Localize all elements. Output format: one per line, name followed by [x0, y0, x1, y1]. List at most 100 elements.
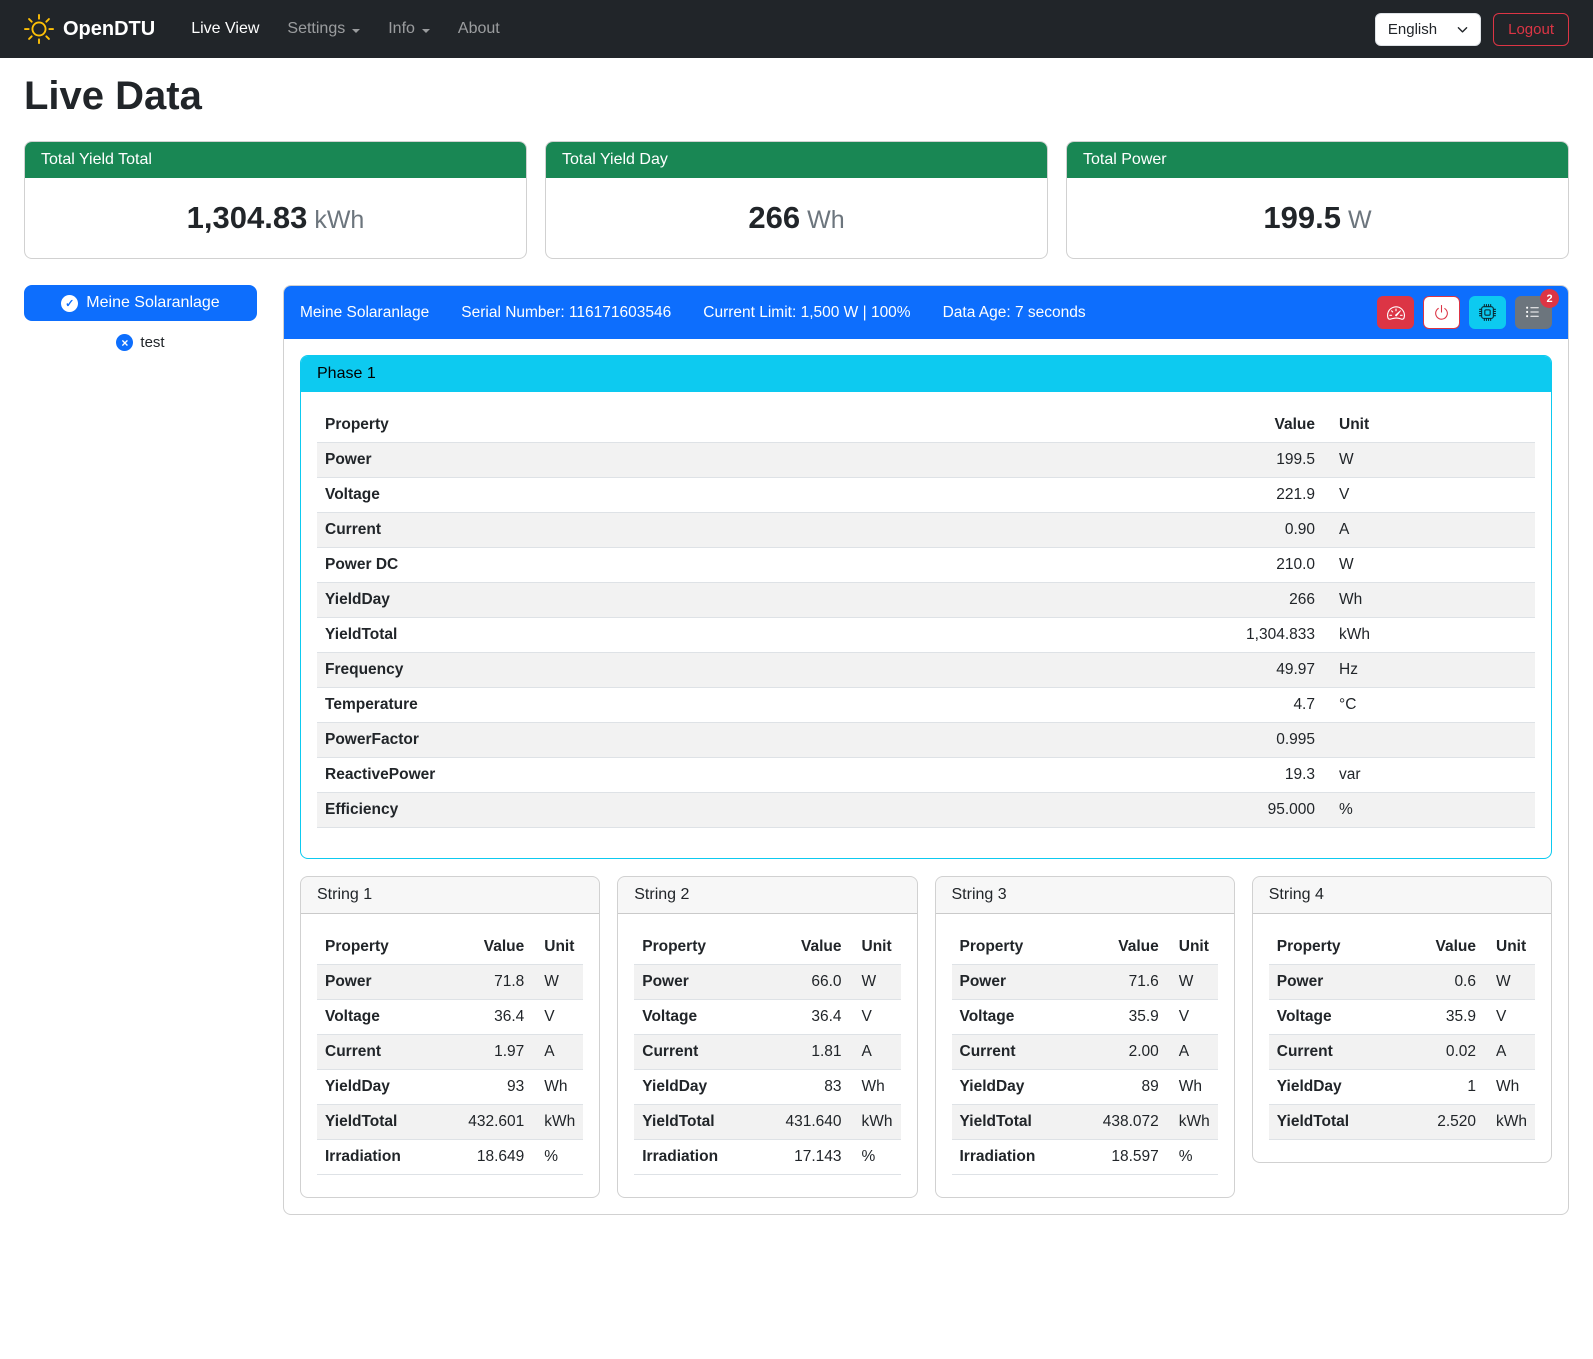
value-cell: 2.520 [1402, 1105, 1484, 1140]
property-cell: YieldDay [952, 1070, 1085, 1105]
nav-item-info[interactable]: Info [374, 12, 444, 46]
value-cell: 221.9 [1193, 478, 1323, 513]
table-row: PowerFactor0.995 [317, 723, 1535, 758]
unit-cell: % [1323, 793, 1535, 828]
string-table: Property Value Unit Power71.8WVoltage36.… [317, 930, 583, 1175]
list-icon [1525, 304, 1542, 321]
value-cell: 83 [768, 1070, 850, 1105]
value-cell: 2.00 [1085, 1035, 1167, 1070]
nav-item-info-label: Info [388, 20, 415, 38]
string-card-4: String 4 Property Value Unit Power0.6WVo… [1252, 876, 1552, 1163]
property-cell: Power [317, 965, 450, 1000]
unit-cell: W [850, 965, 901, 1000]
nav-item-about-label: About [458, 20, 500, 38]
logout-button[interactable]: Logout [1493, 13, 1569, 46]
table-header-row: Property Value Unit [952, 930, 1218, 965]
table-row: Current0.02A [1269, 1035, 1535, 1070]
unit-cell: Wh [1167, 1070, 1218, 1105]
inverter-select-button[interactable]: ✓ Meine Solaranlage [24, 285, 257, 321]
gauge-icon [1387, 304, 1405, 322]
inverter-name: Meine Solaranlage [300, 304, 429, 322]
property-cell: YieldDay [317, 1070, 450, 1105]
table-row: Efficiency95.000% [317, 793, 1535, 828]
table-row: Power71.6W [952, 965, 1218, 1000]
nav-item-settings[interactable]: Settings [273, 12, 374, 46]
card-body: 199.5W [1067, 178, 1568, 258]
column-header-property: Property [634, 930, 767, 965]
string-card-body: Property Value Unit Power0.6WVoltage35.9… [1253, 914, 1551, 1162]
column-header-property: Property [317, 930, 450, 965]
limit-settings-button[interactable] [1377, 296, 1414, 329]
property-cell: YieldDay [317, 583, 1193, 618]
table-row: Current1.97A [317, 1035, 583, 1070]
value-cell: 17.143 [768, 1140, 850, 1175]
string-card-title: String 2 [618, 877, 916, 914]
event-log-button[interactable]: 2 [1515, 296, 1552, 329]
brand-label: OpenDTU [63, 18, 155, 41]
property-cell: Current [317, 513, 1193, 548]
column-header-property: Property [952, 930, 1085, 965]
power-icon [1433, 304, 1450, 321]
unit-cell: % [532, 1140, 583, 1175]
table-row: Power0.6W [1269, 965, 1535, 1000]
property-cell: Voltage [317, 478, 1193, 513]
column-header-property: Property [1269, 930, 1402, 965]
device-info-button[interactable] [1469, 296, 1506, 329]
table-row: YieldDay266Wh [317, 583, 1535, 618]
brand[interactable]: OpenDTU [24, 14, 155, 44]
value-cell: 19.3 [1193, 758, 1323, 793]
property-cell: Current [1269, 1035, 1402, 1070]
unit-cell: kWh [1323, 618, 1535, 653]
inverter-item-test[interactable]: × test [24, 334, 257, 351]
unit-cell: Wh [532, 1070, 583, 1105]
unit-cell: kWh [532, 1105, 583, 1140]
value-cell: 199.5 [1193, 443, 1323, 478]
check-circle-icon: ✓ [61, 295, 78, 312]
unit-cell: V [532, 1000, 583, 1035]
table-row: YieldTotal1,304.833kWh [317, 618, 1535, 653]
property-cell: YieldTotal [952, 1105, 1085, 1140]
table-row: Voltage36.4V [317, 1000, 583, 1035]
card-title: Total Yield Day [546, 142, 1047, 178]
table-row: YieldDay93Wh [317, 1070, 583, 1105]
column-header-unit: Unit [850, 930, 901, 965]
value-cell: 266 [1193, 583, 1323, 618]
column-header-value: Value [1402, 930, 1484, 965]
unit-cell: Wh [1323, 583, 1535, 618]
unit-cell: W [1323, 548, 1535, 583]
page-title: Live Data [24, 74, 1569, 119]
total-yield-total-unit: kWh [314, 206, 364, 234]
string-card-title: String 1 [301, 877, 599, 914]
nav-item-settings-label: Settings [287, 20, 345, 38]
property-cell: PowerFactor [317, 723, 1193, 758]
nav-item-about[interactable]: About [444, 12, 514, 46]
inverter-header: Meine Solaranlage Serial Number: 1161716… [284, 286, 1568, 339]
column-header-value: Value [768, 930, 850, 965]
total-yield-day-value: 266 [748, 200, 800, 235]
table-row: YieldTotal438.072kWh [952, 1105, 1218, 1140]
string-table: Property Value Unit Power66.0WVoltage36.… [634, 930, 900, 1175]
property-cell: YieldTotal [634, 1105, 767, 1140]
unit-cell: W [1484, 965, 1535, 1000]
property-cell: YieldTotal [317, 1105, 450, 1140]
total-yield-day-card: Total Yield Day 266Wh [545, 141, 1048, 259]
string-card-body: Property Value Unit Power66.0WVoltage36.… [618, 914, 916, 1197]
unit-cell: A [1484, 1035, 1535, 1070]
table-row: ReactivePower19.3var [317, 758, 1535, 793]
value-cell: 0.995 [1193, 723, 1323, 758]
phase-card: Phase 1 Property Value Unit Power199.5WV… [300, 355, 1552, 859]
card-body: 1,304.83kWh [25, 178, 526, 258]
power-control-button[interactable] [1423, 296, 1460, 329]
value-cell: 0.02 [1402, 1035, 1484, 1070]
table-row: Irradiation18.597% [952, 1140, 1218, 1175]
unit-cell: kWh [850, 1105, 901, 1140]
property-cell: Current [952, 1035, 1085, 1070]
string-card-1: String 1 Property Value Unit Power71.8WV… [300, 876, 600, 1198]
value-cell: 49.97 [1193, 653, 1323, 688]
language-select[interactable]: English [1375, 13, 1481, 46]
total-yield-total-value: 1,304.83 [187, 200, 308, 235]
nav-item-live-view[interactable]: Live View [177, 12, 273, 46]
column-header-unit: Unit [1167, 930, 1218, 965]
navbar: OpenDTU Live View Settings Info About En… [0, 0, 1593, 58]
table-row: Temperature4.7°C [317, 688, 1535, 723]
